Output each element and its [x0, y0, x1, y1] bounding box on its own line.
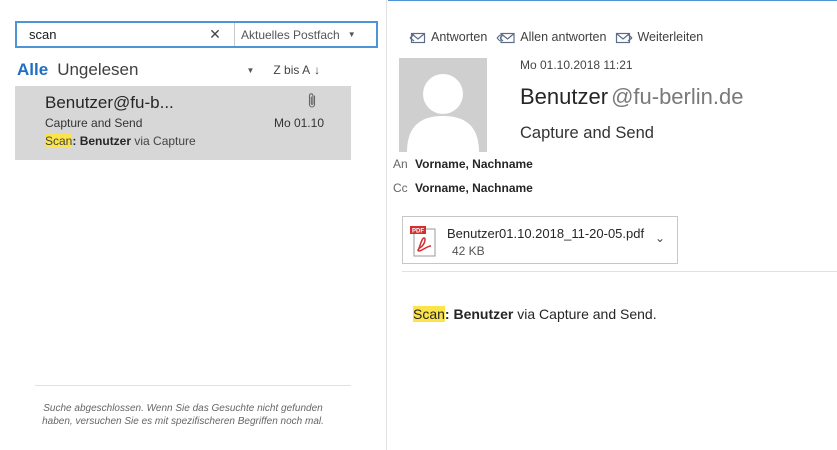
sender-domain: @fu-berlin.de: [611, 84, 744, 109]
cc-recipient[interactable]: Vorname, Nachname: [415, 181, 533, 195]
message-body-text: via Capture and Send.: [513, 306, 657, 322]
divider: [402, 271, 837, 272]
close-icon[interactable]: ✕: [203, 26, 227, 43]
sent-date: Mo 01.10.2018 11:21: [520, 58, 633, 72]
attachment-name: Benutzer01.10.2018_11-20-05.pdf: [447, 226, 645, 241]
message-subject: Capture and Send: [520, 124, 654, 142]
chevron-down-icon[interactable]: ⌄: [655, 231, 665, 245]
search-box: ✕ Aktuelles Postfach ▼: [15, 21, 378, 48]
message-body-bold: : Benutzer: [444, 306, 514, 322]
avatar: [399, 58, 487, 152]
mail-subject: Capture and Send: [45, 116, 143, 130]
forward-label: Weiterleiten: [637, 30, 704, 44]
search-scope-dropdown[interactable]: Aktuelles Postfach ▼: [234, 23, 376, 46]
forward-icon: [616, 32, 633, 44]
reply-button[interactable]: Antworten: [409, 30, 487, 44]
mail-sender: Benutzer@fu-b...: [45, 93, 174, 112]
search-input[interactable]: [17, 23, 197, 46]
cc-label: Cc: [393, 181, 408, 195]
search-scope-label: Aktuelles Postfach: [241, 27, 340, 42]
reply-all-button[interactable]: Allen antworten: [496, 30, 606, 44]
reply-all-label: Allen antworten: [520, 30, 607, 44]
mail-date: Mo 01.10: [273, 116, 324, 130]
reply-icon: [409, 32, 426, 44]
chevron-down-icon[interactable]: ▼: [246, 66, 254, 75]
search-hit-highlight: Scan: [45, 134, 73, 148]
reading-pane: Antworten Allen antworten Weiterleiten M…: [388, 0, 837, 450]
to-recipient[interactable]: Vorname, Nachname: [415, 157, 533, 171]
mail-preview: Scan: Benutzer via Capture: [45, 134, 196, 148]
search-hit-highlight: Scan: [413, 306, 445, 322]
mail-preview-bold: : Benutzer: [72, 134, 132, 148]
arrow-down-icon: ↓: [314, 63, 321, 77]
sort-order-label: Z bis A: [273, 63, 311, 77]
forward-button[interactable]: Weiterleiten: [615, 30, 703, 44]
filter-row: Alle Ungelesen ▼ Z bis A ↓: [17, 58, 379, 82]
svg-text:PDF: PDF: [412, 229, 424, 235]
cc-recipients: Cc Vorname, Nachname: [393, 181, 533, 195]
filter-all-tab[interactable]: Alle: [17, 60, 48, 80]
mail-preview-text: via Capture: [131, 134, 196, 148]
message-actions: Antworten Allen antworten Weiterleiten: [409, 30, 712, 44]
pdf-icon: PDF: [410, 226, 436, 257]
paperclip-icon: [308, 93, 316, 108]
attachment-card[interactable]: PDF Benutzer01.10.2018_11-20-05.pdf 42 K…: [402, 216, 678, 264]
person-silhouette-icon: [399, 58, 487, 152]
to-label: An: [393, 157, 408, 171]
search-status-message: Suche abgeschlossen. Wenn Sie das Gesuch…: [42, 403, 324, 427]
sender-line: Benutzer @fu-berlin.de: [520, 84, 743, 110]
divider: [35, 385, 351, 386]
attachment-size: 42 KB: [452, 244, 485, 258]
sender-name[interactable]: Benutzer: [520, 84, 608, 110]
reply-label: Antworten: [431, 30, 488, 44]
filter-unread-tab[interactable]: Ungelesen: [57, 60, 138, 80]
message-list-pane: ✕ Aktuelles Postfach ▼ Alle Ungelesen ▼ …: [0, 0, 387, 450]
message-body: Scan: Benutzer via Capture and Send.: [413, 306, 657, 322]
chevron-down-icon: ▼: [347, 30, 356, 39]
reply-all-icon: [496, 32, 515, 44]
mail-list-item[interactable]: Benutzer@fu-b... Capture and Send Mo 01.…: [15, 86, 351, 160]
sort-order-button[interactable]: Z bis A ↓: [273, 63, 320, 77]
to-recipients: An Vorname, Nachname: [393, 157, 533, 171]
